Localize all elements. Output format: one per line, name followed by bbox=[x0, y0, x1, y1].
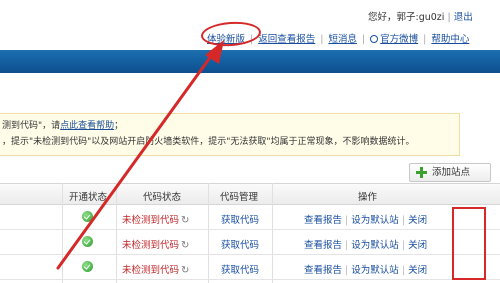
annotation-arrow bbox=[56, 40, 224, 270]
